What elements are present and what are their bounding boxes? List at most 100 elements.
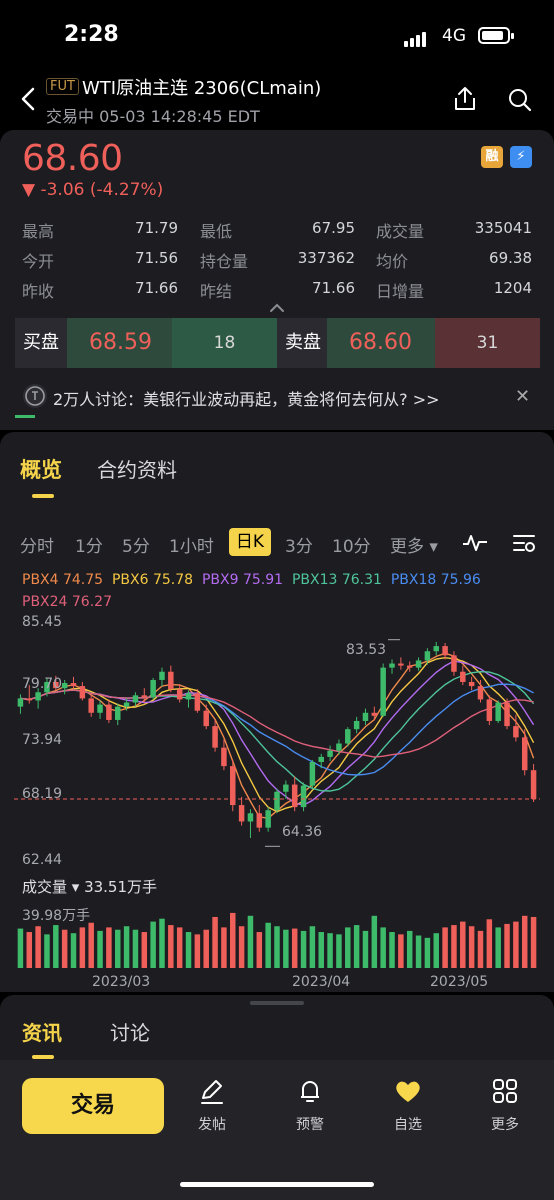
collapse-icon[interactable] [268,302,286,314]
volume-bar [70,933,77,968]
volume-bar [291,928,298,968]
candle-body [17,698,24,707]
order-book[interactable]: 买盘 68.59 18 卖盘 68.60 31 [15,318,540,368]
stat-label: 今开 [22,252,55,271]
volume-bar [362,930,369,968]
ma-legend-9: PBX9 75.91 [201,572,284,588]
close-icon[interactable]: ✕ [515,386,530,407]
volume-bar [513,921,519,968]
volume-bar [398,934,404,968]
last-price: 68.60 [22,138,123,179]
quote-card: 68.60 ▼ -3.06 (-4.27%) 融 ⚡ 最高 71.79 最低 67.9… [0,130,554,430]
volume-bar [230,912,236,968]
bid-qty: 18 [172,318,277,368]
stat-label: 昨收 [22,282,55,301]
ask-label: 卖盘 [277,318,327,368]
candle-body [300,785,307,808]
volume-bar [283,929,289,968]
kline-tab-daily[interactable]: 日K [229,528,271,556]
ma-legend: PBX4 74.75 PBX6 75.78 PBX9 75.91 PBX13 7… [22,572,481,588]
candle-body [327,750,333,757]
nav-alert[interactable]: 预警 [280,1076,340,1134]
kline-tab-3m[interactable]: 3分 [285,532,313,557]
nav-post[interactable]: 发帖 [182,1076,242,1134]
candle-body [176,689,183,700]
nav-watchlist[interactable]: 自选 [378,1076,438,1134]
search-icon[interactable] [507,87,533,113]
status-time: 2:28 [64,22,119,47]
volume-bar [176,927,183,968]
battery-icon [478,27,514,44]
kline-chart[interactable] [0,612,554,992]
volume-bar [247,915,254,968]
candle-body [530,770,537,799]
volume-bar [185,932,192,968]
candle-body [79,686,86,699]
volume-bar [238,926,245,968]
ma-legend-4: PBX4 74.75 [22,572,104,588]
kline-tab-more[interactable]: 更多 ▾ [390,532,438,557]
price-change: ▼ -3.06 (-4.27%) [22,180,164,200]
volume-bar [106,927,112,968]
kline-tab-1m[interactable]: 1分 [75,532,103,557]
volume-bar [336,934,342,968]
volume-bar [35,926,41,968]
nav-more-label: 更多 [491,1117,519,1133]
home-indicator [180,1182,374,1187]
volume-bar [97,930,103,968]
volume-bar [79,927,86,968]
kline-tab-10m[interactable]: 10分 [332,532,371,557]
volume-bar [451,925,457,968]
volume-bar [44,934,50,968]
tab-news[interactable]: 资讯 [22,1017,62,1046]
volume-bar [495,927,501,968]
tab-underline [32,494,54,498]
candle-body [291,784,298,808]
volume-bar [318,932,324,968]
candle-body [238,805,245,822]
chart-settings-icon[interactable] [512,532,538,554]
volume-bar [327,933,333,968]
tab-overview[interactable]: 概览 [20,454,62,484]
volume-bar [115,929,121,968]
high-marker: 83.53 [346,642,387,658]
kline-tab-5m[interactable]: 5分 [122,532,150,557]
volume-bar [415,935,422,968]
candle-body [159,671,165,680]
candle-body [247,813,254,822]
tab-contract-info[interactable]: 合约资料 [97,454,177,483]
lightning-badge[interactable]: ⚡ [510,146,532,168]
volume-bar [123,926,130,968]
ma-legend-24: PBX24 76.27 [22,594,112,610]
news-banner[interactable]: 2万人讨论：美银行业波动再起，黄金将何去何从? >> ✕ [15,380,540,414]
tab-underline [32,1055,54,1059]
network-type: 4G [442,26,466,46]
volume-title[interactable]: 成交量 ▾ 33.51万手 [22,876,157,897]
candle-body [495,702,501,721]
kline-tab-1h[interactable]: 1小时 [169,532,214,557]
candle-body [362,712,369,721]
kline-tab-timeshare[interactable]: 分时 [20,532,54,557]
share-icon[interactable] [452,85,478,113]
candle-body [150,679,156,698]
tab-discussion[interactable]: 讨论 [110,1017,150,1046]
margin-badge[interactable]: 融 [481,146,503,168]
candle-body [194,693,201,711]
candle-body [309,762,316,786]
ma-line [20,656,535,813]
volume-bar [353,925,360,968]
candle-body [106,704,112,720]
candle-body [35,692,41,701]
volume-bar [521,915,528,968]
back-icon[interactable] [18,86,40,112]
indicator-icon[interactable] [462,532,488,554]
nav-more[interactable]: 更多 [475,1076,535,1134]
candle-body [380,667,386,716]
candle-body [283,784,289,792]
stat-label: 昨结 [200,282,233,301]
trade-button[interactable]: 交易 [22,1078,164,1134]
drag-handle[interactable] [250,1001,304,1005]
candle-body [389,663,395,668]
discussion-icon [23,384,47,408]
date-label-mar: 2023/03 [92,974,151,990]
